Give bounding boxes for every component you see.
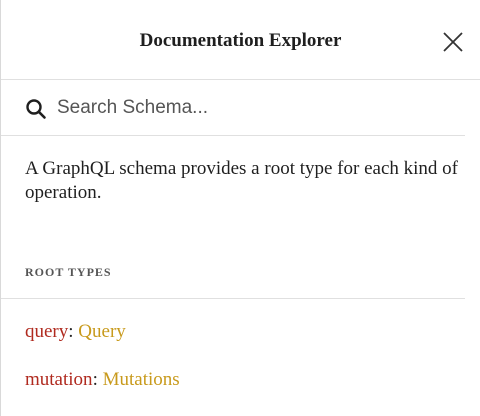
type-link-query[interactable]: Query [78, 321, 125, 342]
field-link-query[interactable]: query [25, 321, 68, 342]
root-types-heading: ROOT TYPES [25, 265, 112, 279]
search-input[interactable] [57, 94, 447, 122]
section-divider [1, 298, 465, 299]
explorer-header: Documentation Explorer [1, 0, 480, 80]
close-button[interactable] [440, 29, 466, 55]
type-link-mutations[interactable]: Mutations [103, 369, 180, 390]
documentation-explorer-panel: Documentation Explorer A GraphQL schema … [0, 0, 480, 416]
schema-description: A GraphQL schema provides a root type fo… [25, 158, 458, 203]
close-icon [440, 29, 466, 55]
field-separator: : [68, 321, 79, 342]
page-title: Documentation Explorer [139, 30, 342, 51]
field-separator: : [92, 369, 103, 390]
field-link-mutation[interactable]: mutation [25, 369, 93, 390]
search-icon [25, 98, 47, 120]
root-type-row-mutation: mutation: Mutations [25, 369, 180, 391]
search-bar [1, 80, 465, 136]
root-type-row-query: query: Query [25, 321, 126, 343]
